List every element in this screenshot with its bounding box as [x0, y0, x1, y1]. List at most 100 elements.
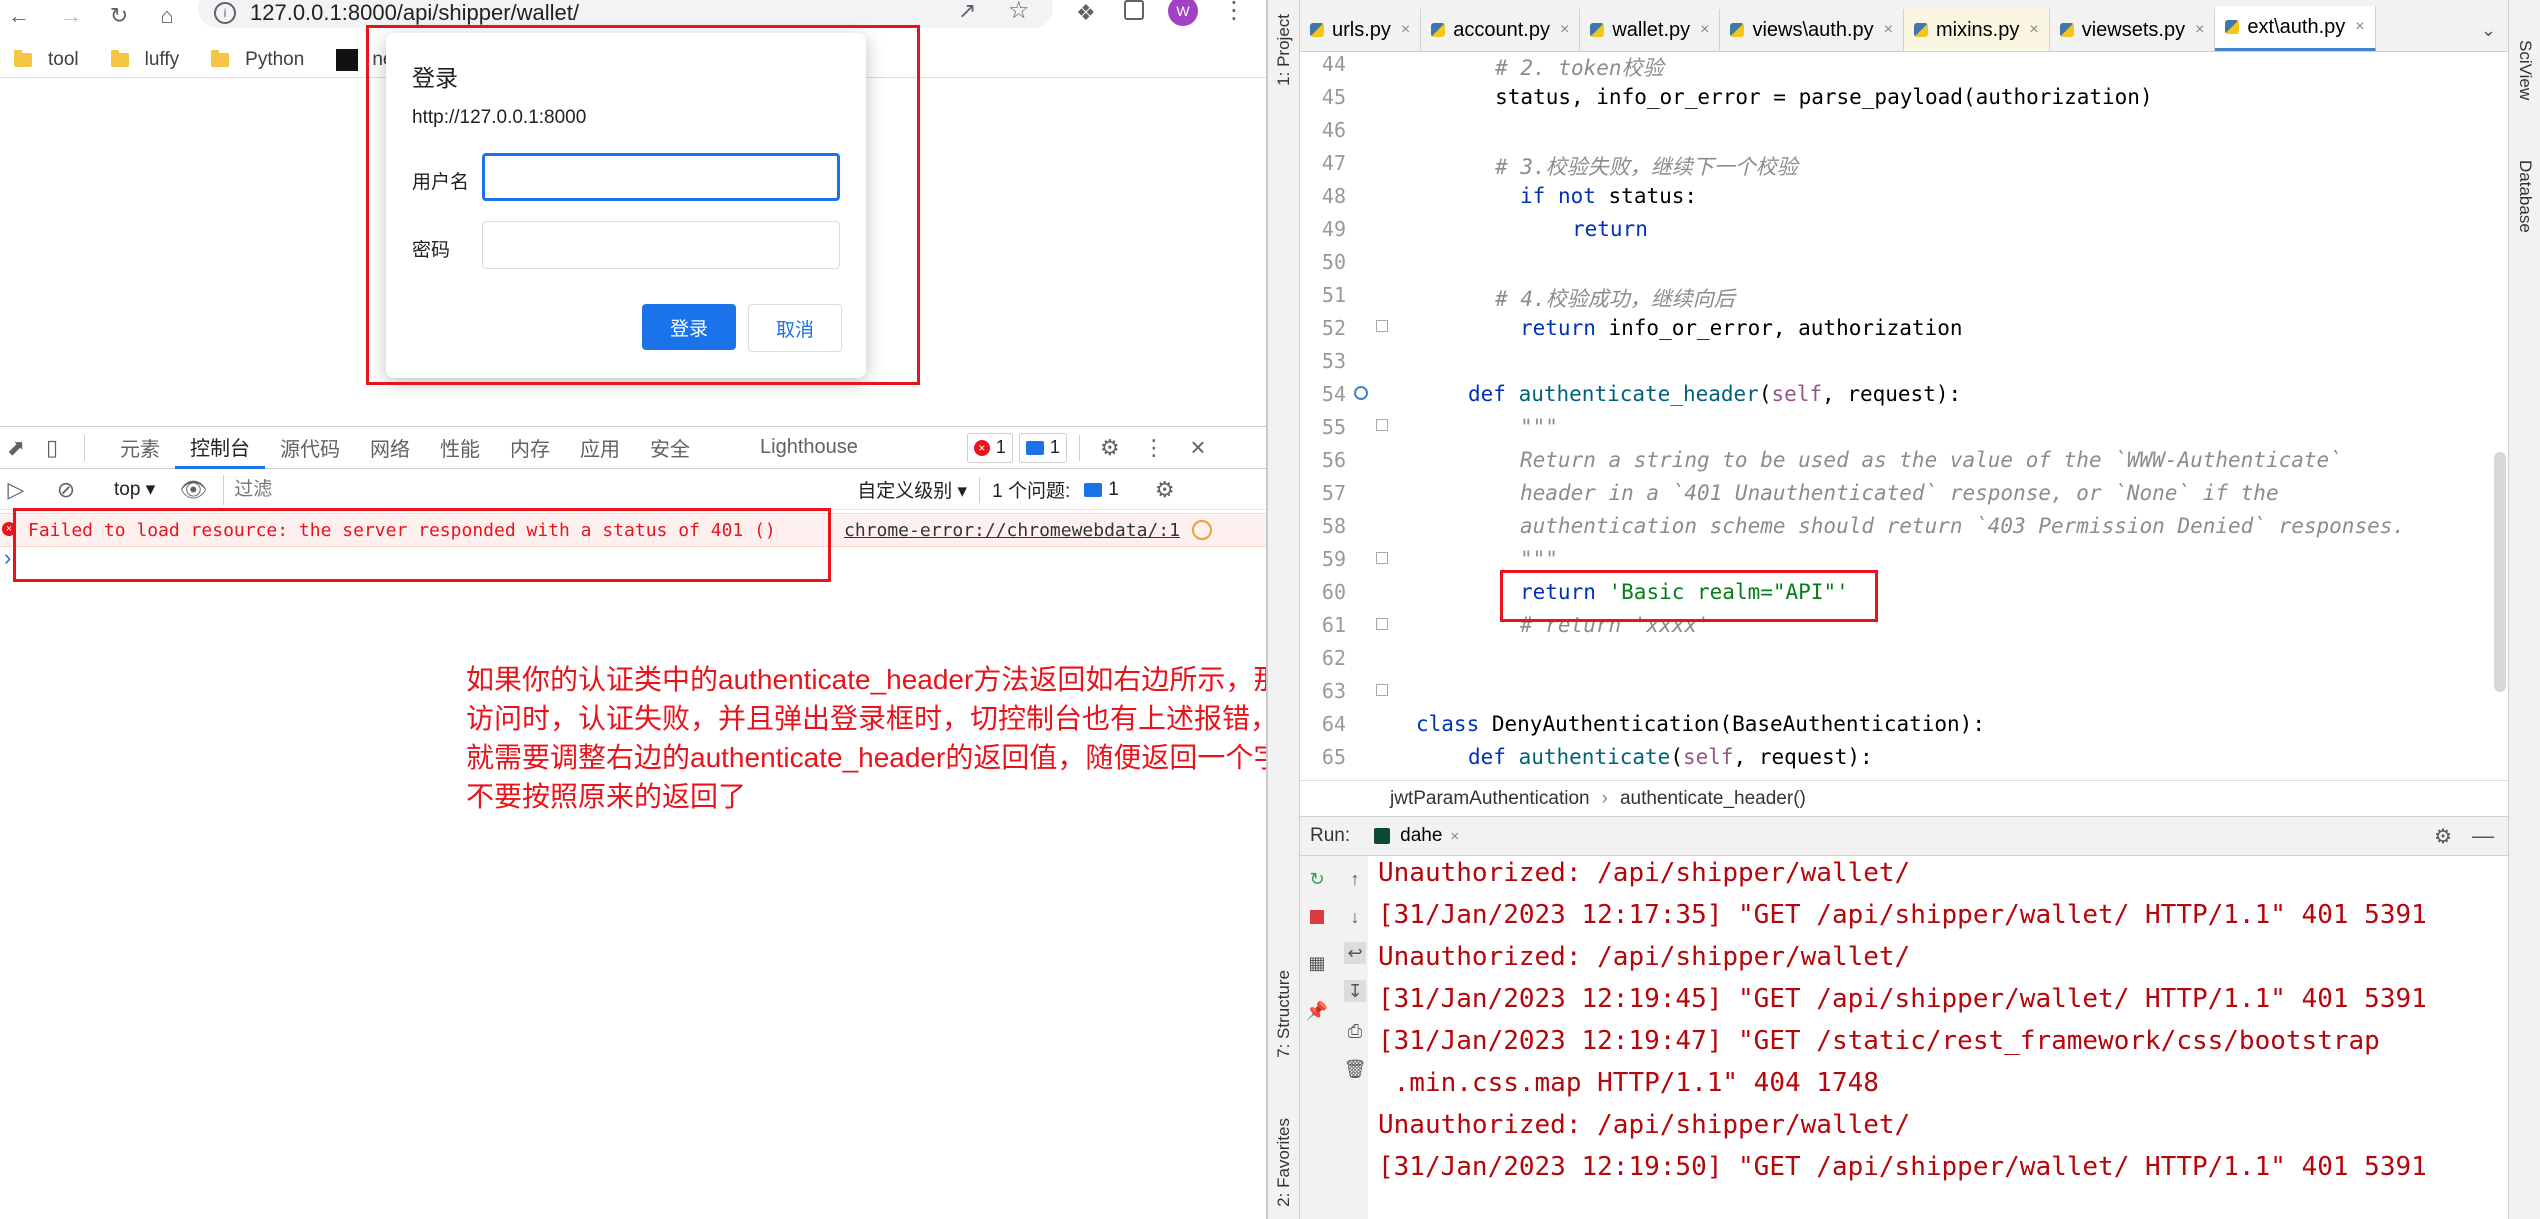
editor-tab[interactable]: mixins.py ×: [1904, 9, 2050, 51]
fold-icon[interactable]: [1376, 552, 1388, 564]
sciview-tool-button[interactable]: SciView: [2515, 40, 2535, 100]
run-console-output[interactable]: Unauthorized: /api/shipper/wallet/ [31/J…: [1368, 856, 2508, 1219]
close-icon[interactable]: ×: [1884, 21, 1893, 39]
close-icon[interactable]: ×: [1401, 21, 1410, 39]
sidepanel-icon[interactable]: [1124, 0, 1144, 20]
print-icon[interactable]: ⎙: [1344, 1020, 1366, 1042]
settings-icon[interactable]: ⚙: [2434, 824, 2452, 849]
run-config-tab[interactable]: dahe ×: [1374, 825, 1459, 847]
structure-tool-button[interactable]: 7: Structure: [1274, 970, 1294, 1058]
rerun-icon[interactable]: ↻: [1306, 868, 1328, 890]
up-arrow-icon[interactable]: ↑: [1344, 868, 1366, 890]
context-selector[interactable]: top ▾: [114, 478, 155, 501]
settings-icon[interactable]: ⚙: [1098, 435, 1122, 460]
bookmark-luffy[interactable]: luffy: [110, 49, 179, 71]
tab-overflow-icon[interactable]: ⌄: [2481, 20, 2496, 41]
inspect-icon[interactable]: ⬈: [4, 435, 28, 460]
soft-wrap-icon[interactable]: ↩: [1344, 942, 1366, 964]
home-icon[interactable]: ⌂: [154, 3, 180, 29]
tab-application[interactable]: 应用: [565, 427, 635, 469]
fold-icon[interactable]: [1376, 684, 1388, 696]
breadcrumb-item[interactable]: authenticate_header(): [1620, 788, 1806, 810]
bookmark-python[interactable]: Python: [211, 49, 304, 71]
tab-sources[interactable]: 源代码: [265, 427, 355, 469]
site-favicon-icon: [336, 48, 359, 71]
project-tool-button[interactable]: 1: Project: [1274, 14, 1294, 86]
database-tool-button[interactable]: Database: [2515, 160, 2535, 233]
filter-input[interactable]: [223, 474, 844, 505]
editor-tab[interactable]: wallet.py ×: [1580, 9, 1721, 51]
tab-label: views\auth.py: [1752, 18, 1874, 41]
editor-tab[interactable]: account.py ×: [1421, 9, 1581, 51]
error-source-link[interactable]: chrome-error://chromewebdata/:1: [844, 520, 1180, 541]
address-bar[interactable]: i 127.0.0.1:8000/api/shipper/wallet/ ↗ ☆: [198, 0, 1053, 28]
issues-button[interactable]: 1 个问题: 1: [992, 476, 1119, 503]
reload-icon[interactable]: ↻: [106, 3, 132, 29]
down-arrow-icon[interactable]: ↓: [1344, 906, 1366, 928]
share-icon[interactable]: ↗: [958, 0, 976, 24]
tab-security[interactable]: 安全: [635, 427, 705, 469]
editor-tab[interactable]: urls.py ×: [1300, 9, 1422, 51]
scrollbar-thumb[interactable]: [2494, 452, 2506, 692]
error-count-badge[interactable]: × 1: [966, 432, 1013, 463]
error-icon: ×: [973, 439, 990, 456]
tab-lighthouse[interactable]: Lighthouse: [745, 427, 873, 469]
clear-console-icon[interactable]: ⊘: [54, 477, 78, 502]
info-icon[interactable]: i: [214, 2, 236, 24]
editor-tab[interactable]: views\auth.py ×: [1720, 9, 1904, 51]
minimize-icon[interactable]: —: [2472, 823, 2494, 849]
fold-icon[interactable]: [1376, 419, 1388, 431]
bookmark-tool[interactable]: tool: [14, 49, 79, 71]
menu-icon[interactable]: ⋮: [1222, 0, 1246, 25]
run-label: Run:: [1310, 825, 1351, 846]
line-number: 45: [1321, 85, 1346, 109]
scroll-to-end-icon[interactable]: ↧: [1344, 980, 1366, 1002]
editor-tab-active[interactable]: ext\auth.py ×: [2215, 6, 2376, 51]
log-level-select[interactable]: 自定义级别 ▾: [857, 476, 967, 503]
close-icon[interactable]: ×: [2029, 21, 2038, 39]
tab-memory[interactable]: 内存: [495, 427, 565, 469]
eye-icon[interactable]: 👁: [179, 477, 207, 502]
keyword: def: [1468, 382, 1506, 406]
message-count-badge[interactable]: 1: [1018, 432, 1067, 463]
pin-icon[interactable]: 📌: [1306, 1000, 1328, 1022]
forward-icon[interactable]: →: [58, 3, 84, 29]
tab-label: urls.py: [1332, 18, 1391, 41]
code-line: status, info_or_error = parse_payload(au…: [1394, 85, 2153, 109]
star-icon[interactable]: ☆: [1008, 0, 1030, 25]
line-number: 52: [1321, 316, 1346, 340]
close-icon[interactable]: ×: [2355, 18, 2364, 36]
close-icon[interactable]: ×: [1186, 432, 1210, 462]
sidebar-toggle-icon[interactable]: ▷: [4, 477, 28, 502]
trash-icon[interactable]: 🗑: [1344, 1058, 1367, 1080]
stop-icon[interactable]: [1306, 906, 1328, 928]
more-icon[interactable]: ⋮: [1142, 435, 1166, 460]
close-icon[interactable]: ×: [1450, 828, 1459, 845]
back-icon[interactable]: ←: [6, 3, 32, 29]
code-line: # 4.校验成功，继续向后: [1394, 287, 1735, 311]
code-text: status:: [1595, 184, 1698, 208]
breakpoint-override-icon[interactable]: [1354, 386, 1368, 400]
breadcrumb-item[interactable]: jwtParamAuthentication: [1390, 788, 1590, 810]
code-editor[interactable]: # 2. token校验 status, info_or_error = par…: [1394, 52, 2508, 780]
folder-icon: [110, 49, 129, 67]
line-number: 55: [1321, 415, 1346, 439]
close-icon[interactable]: ×: [1700, 21, 1709, 39]
close-icon[interactable]: ×: [1560, 21, 1569, 39]
code-line: class DenyAuthentication(BaseAuthenticat…: [1416, 712, 1985, 736]
console-prompt[interactable]: ›: [4, 545, 11, 571]
output-line: .min.css.map HTTP/1.1" 404 1748: [1378, 1068, 1879, 1098]
close-icon[interactable]: ×: [2195, 21, 2204, 39]
fold-icon[interactable]: [1376, 618, 1388, 630]
editor-tab[interactable]: viewsets.py ×: [2050, 9, 2216, 51]
extensions-icon[interactable]: ❖: [1076, 0, 1096, 26]
layout-icon[interactable]: ▦: [1306, 952, 1328, 974]
fold-icon[interactable]: [1376, 320, 1388, 332]
tab-performance[interactable]: 性能: [425, 427, 495, 469]
tab-network[interactable]: 网络: [355, 427, 425, 469]
device-toggle-icon[interactable]: ▯: [40, 435, 64, 460]
tab-elements[interactable]: 元素: [105, 427, 175, 469]
favorites-tool-button[interactable]: 2: Favorites: [1274, 1118, 1294, 1207]
console-settings-icon[interactable]: ⚙: [1153, 477, 1177, 502]
tab-console[interactable]: 控制台: [175, 427, 265, 469]
